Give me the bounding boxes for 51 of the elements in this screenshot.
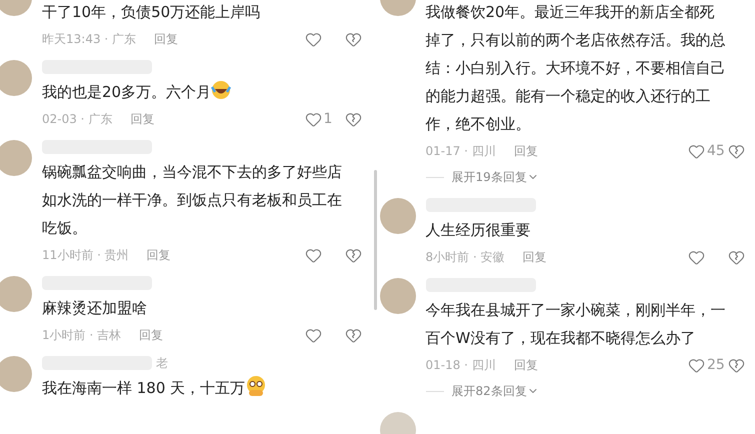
- heart-icon: [304, 326, 322, 344]
- broken-heart-icon: [344, 246, 362, 264]
- like-button[interactable]: 45: [688, 140, 728, 162]
- dislike-button[interactable]: [344, 110, 362, 128]
- comment-text: 今年我在县城开了一家小碗菜，刚刚半年，一百个W没有了，现在我都不晓得怎么办了: [426, 300, 726, 349]
- time-location: 01-18 · 四川: [426, 357, 496, 374]
- heart-icon: [304, 246, 322, 264]
- comment-text: 人生经历很重要: [426, 220, 532, 241]
- time-location: 昨天13:43 · 广东: [42, 31, 136, 48]
- comment-text: 我的也是20多万。六个月: [42, 78, 346, 106]
- reply-link[interactable]: 回复: [146, 246, 171, 264]
- heart-icon: [304, 30, 322, 48]
- dislike-button[interactable]: [728, 356, 745, 374]
- teary-face-emoji-icon: [245, 375, 268, 397]
- laughing-crying-emoji-icon: [211, 80, 232, 100]
- reply-link[interactable]: 回复: [522, 248, 547, 266]
- comment-text: 麻辣烫还加盟啥: [42, 298, 148, 319]
- time-location: 8小时前 · 安徽: [426, 249, 505, 266]
- reply-link[interactable]: 回复: [154, 30, 178, 48]
- time-location: 01-17 · 四川: [426, 143, 496, 160]
- broken-heart-icon: [728, 142, 745, 160]
- dislike-button[interactable]: [728, 142, 745, 160]
- like-button[interactable]: 25: [688, 354, 728, 376]
- username[interactable]: 老: [156, 354, 168, 372]
- time-location: 02-03 · 广东: [42, 111, 112, 128]
- reply-link[interactable]: 回复: [514, 356, 538, 374]
- reply-link[interactable]: 回复: [130, 110, 154, 128]
- dislike-button[interactable]: [728, 248, 745, 266]
- expand-replies-link[interactable]: 展开19条回复: [452, 168, 539, 186]
- comment-text: 锅碗瓢盆交响曲，当今混不下去的多了好些店如水洗的一样干净。到饭点只有老板和员工在吃饭。: [42, 162, 343, 239]
- heart-icon: [688, 356, 705, 374]
- broken-heart-icon: [344, 30, 362, 48]
- heart-icon: [304, 110, 322, 128]
- time-location: 11小时前 · 贵州: [42, 247, 129, 264]
- comment-text: 我做餐饮20年。最近三年我开的新店全都死掉了，只有以前的两个老店依然存活。我的总结：小白别入行。大环境不好，不要相信自己的能力超强。能有一个稳定的收入还行的工作，绝不创业。: [426, 2, 726, 135]
- reply-link[interactable]: 回复: [514, 142, 538, 160]
- dislike-button[interactable]: [344, 30, 362, 48]
- time-location: 1小时前 · 吉林: [42, 327, 122, 344]
- broken-heart-icon: [344, 326, 362, 344]
- broken-heart-icon: [728, 356, 745, 374]
- dislike-button[interactable]: [344, 326, 362, 344]
- heart-icon: [688, 248, 705, 266]
- expand-replies-link[interactable]: 展开82条回复: [452, 382, 539, 400]
- heart-icon: [688, 142, 705, 160]
- dislike-button[interactable]: [344, 246, 362, 264]
- broken-heart-icon: [728, 248, 745, 266]
- like-button[interactable]: 1: [304, 108, 344, 130]
- reply-link[interactable]: 回复: [139, 326, 164, 344]
- comment-text: 我在海南一样 180 天，十五万: [42, 374, 346, 402]
- comment-text: 干了10年，负债50万还能上岸吗: [42, 2, 262, 23]
- broken-heart-icon: [344, 110, 362, 128]
